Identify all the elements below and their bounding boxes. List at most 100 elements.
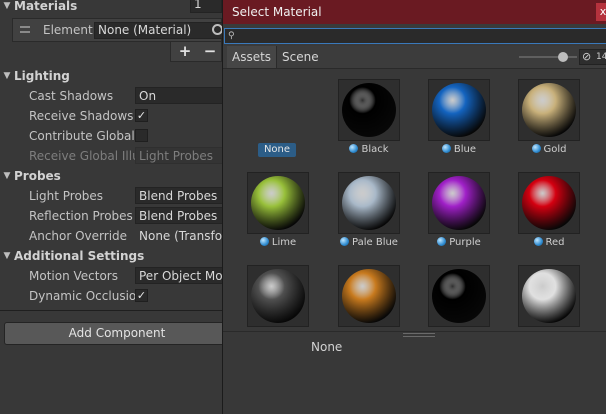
light-probes-row: Light Probes Blend Probes bbox=[0, 186, 222, 206]
none-item[interactable]: None bbox=[258, 143, 296, 157]
material-tile-purple[interactable] bbox=[428, 172, 490, 234]
lighting-foldout[interactable]: ▼ Lighting bbox=[0, 66, 222, 86]
sphere-red bbox=[522, 176, 576, 230]
material-tile-unnamed-7[interactable] bbox=[247, 265, 309, 327]
sphere-lime bbox=[251, 176, 305, 230]
sphere-unnamed-8 bbox=[342, 269, 396, 323]
reflection-probes-label: Reflection Probes bbox=[29, 209, 133, 223]
eye-hidden-icon: ⊘ bbox=[582, 50, 592, 63]
material-preview-sphere bbox=[522, 176, 576, 230]
contribute-gi-checkbox[interactable] bbox=[135, 129, 148, 142]
material-label-purple: Purple bbox=[414, 236, 504, 250]
cast-shadows-row: Cast Shadows On bbox=[0, 86, 222, 106]
sphere-blue bbox=[432, 83, 486, 137]
probes-foldout[interactable]: ▼ Probes bbox=[0, 166, 222, 186]
materials-foldout[interactable]: ▼ Materials bbox=[0, 0, 222, 16]
sphere-unnamed-7 bbox=[251, 269, 305, 323]
resize-handle-icon[interactable] bbox=[403, 333, 435, 337]
asset-scene-tabs: Assets Scene ⊘ 14 bbox=[223, 46, 606, 69]
dynamic-occlusion-label: Dynamic Occlusion bbox=[29, 289, 135, 303]
close-button[interactable]: x bbox=[596, 3, 606, 21]
material-preview-sphere bbox=[342, 269, 396, 323]
add-component-button[interactable]: Add Component bbox=[4, 322, 222, 345]
foldout-arrow-icon: ▼ bbox=[3, 71, 11, 81]
material-preview-sphere bbox=[342, 176, 396, 230]
search-input[interactable]: ⚲ bbox=[224, 28, 606, 44]
material-asset-icon bbox=[441, 144, 451, 153]
element-material-value: None (Material) bbox=[98, 23, 192, 37]
receive-shadows-checkbox[interactable]: ✓ bbox=[135, 109, 148, 122]
remove-element-button[interactable]: − bbox=[201, 42, 219, 61]
contribute-gi-row: Contribute Global Illumination bbox=[0, 126, 222, 146]
object-picker-icon[interactable] bbox=[212, 24, 222, 35]
material-tile-black[interactable] bbox=[338, 79, 400, 141]
receive-gi-row: Receive Global Illumination Light Probes bbox=[0, 146, 222, 166]
material-name: Lime bbox=[271, 237, 297, 248]
select-material-window: Select Material x ⚲ Assets Scene ⊘ 14 No… bbox=[222, 0, 606, 414]
reflection-probes-dropdown[interactable]: Blend Probes bbox=[135, 207, 222, 224]
material-name: Red bbox=[545, 237, 565, 248]
sphere-unnamed-9 bbox=[432, 269, 486, 323]
material-preview-sphere bbox=[342, 83, 396, 137]
zoom-slider-thumb[interactable] bbox=[557, 52, 568, 62]
drag-handle-icon[interactable] bbox=[20, 26, 30, 33]
foldout-arrow-icon: ▼ bbox=[3, 171, 11, 181]
material-name: Pale Blue bbox=[352, 237, 398, 248]
materials-title: Materials bbox=[14, 0, 78, 13]
materials-size-field[interactable]: 1 bbox=[190, 0, 222, 13]
material-asset-icon bbox=[340, 237, 350, 246]
anchor-override-row: Anchor Override None (Transform) bbox=[0, 226, 222, 246]
material-asset-icon bbox=[531, 144, 541, 153]
material-label-blue: Blue bbox=[414, 143, 504, 157]
foldout-arrow-icon: ▼ bbox=[3, 251, 11, 261]
material-tile-unnamed-10[interactable] bbox=[518, 265, 580, 327]
additional-settings-foldout[interactable]: ▼ Additional Settings bbox=[0, 246, 222, 266]
material-label-red: Red bbox=[504, 236, 594, 250]
hidden-count: 14 bbox=[596, 52, 606, 62]
material-tile-blue[interactable] bbox=[428, 79, 490, 141]
material-label-gold: Gold bbox=[504, 143, 594, 157]
material-grid: None Black Blue Gold Lime Pale Blue Purple Red bbox=[223, 69, 606, 331]
material-preview-sphere bbox=[251, 269, 305, 323]
material-name: Purple bbox=[449, 237, 481, 248]
material-tile-red[interactable] bbox=[518, 172, 580, 234]
receive-gi-dropdown: Light Probes bbox=[135, 147, 222, 164]
light-probes-dropdown[interactable]: Blend Probes bbox=[135, 187, 222, 204]
receive-shadows-row: Receive Shadows ✓ bbox=[0, 106, 222, 126]
window-titlebar[interactable]: Select Material x bbox=[223, 0, 606, 24]
tab-scene[interactable]: Scene bbox=[277, 46, 324, 68]
material-preview-sphere bbox=[522, 83, 576, 137]
material-asset-icon bbox=[259, 237, 269, 246]
hidden-packages-toggle[interactable]: ⊘ 14 bbox=[579, 49, 606, 65]
sphere-gold bbox=[522, 83, 576, 137]
material-name: Blue bbox=[453, 144, 477, 155]
sphere-black bbox=[342, 83, 396, 137]
material-name: Black bbox=[361, 144, 389, 155]
reflection-probes-row: Reflection Probes Blend Probes bbox=[0, 206, 222, 226]
material-tile-pale-blue[interactable] bbox=[338, 172, 400, 234]
window-title: Select Material bbox=[232, 5, 322, 19]
motion-vectors-label: Motion Vectors bbox=[29, 269, 118, 283]
material-asset-icon bbox=[533, 237, 543, 246]
sphere-purple bbox=[432, 176, 486, 230]
dynamic-occlusion-row: Dynamic Occlusion ✓ bbox=[0, 286, 222, 306]
material-label-pale-blue: Pale Blue bbox=[324, 236, 414, 250]
material-tile-unnamed-9[interactable] bbox=[428, 265, 490, 327]
material-name: Gold bbox=[543, 144, 567, 155]
material-tile-gold[interactable] bbox=[518, 79, 580, 141]
material-tile-unnamed-8[interactable] bbox=[338, 265, 400, 327]
material-tile-lime[interactable] bbox=[247, 172, 309, 234]
dynamic-occlusion-checkbox[interactable]: ✓ bbox=[135, 289, 148, 302]
cast-shadows-dropdown[interactable]: On bbox=[135, 87, 222, 104]
element-material-field[interactable]: None (Material) bbox=[94, 22, 222, 39]
anchor-override-field[interactable]: None (Transform) bbox=[135, 227, 222, 244]
lighting-title: Lighting bbox=[14, 69, 70, 83]
material-preview-sphere bbox=[432, 176, 486, 230]
tab-assets[interactable]: Assets bbox=[227, 46, 278, 68]
element-label: Element bbox=[43, 23, 93, 37]
material-asset-icon bbox=[349, 144, 359, 153]
motion-vectors-dropdown[interactable]: Per Object Motion bbox=[135, 267, 222, 284]
add-element-button[interactable]: + bbox=[176, 42, 194, 61]
zoom-slider[interactable] bbox=[519, 52, 577, 62]
material-label-black: Black bbox=[324, 143, 414, 157]
